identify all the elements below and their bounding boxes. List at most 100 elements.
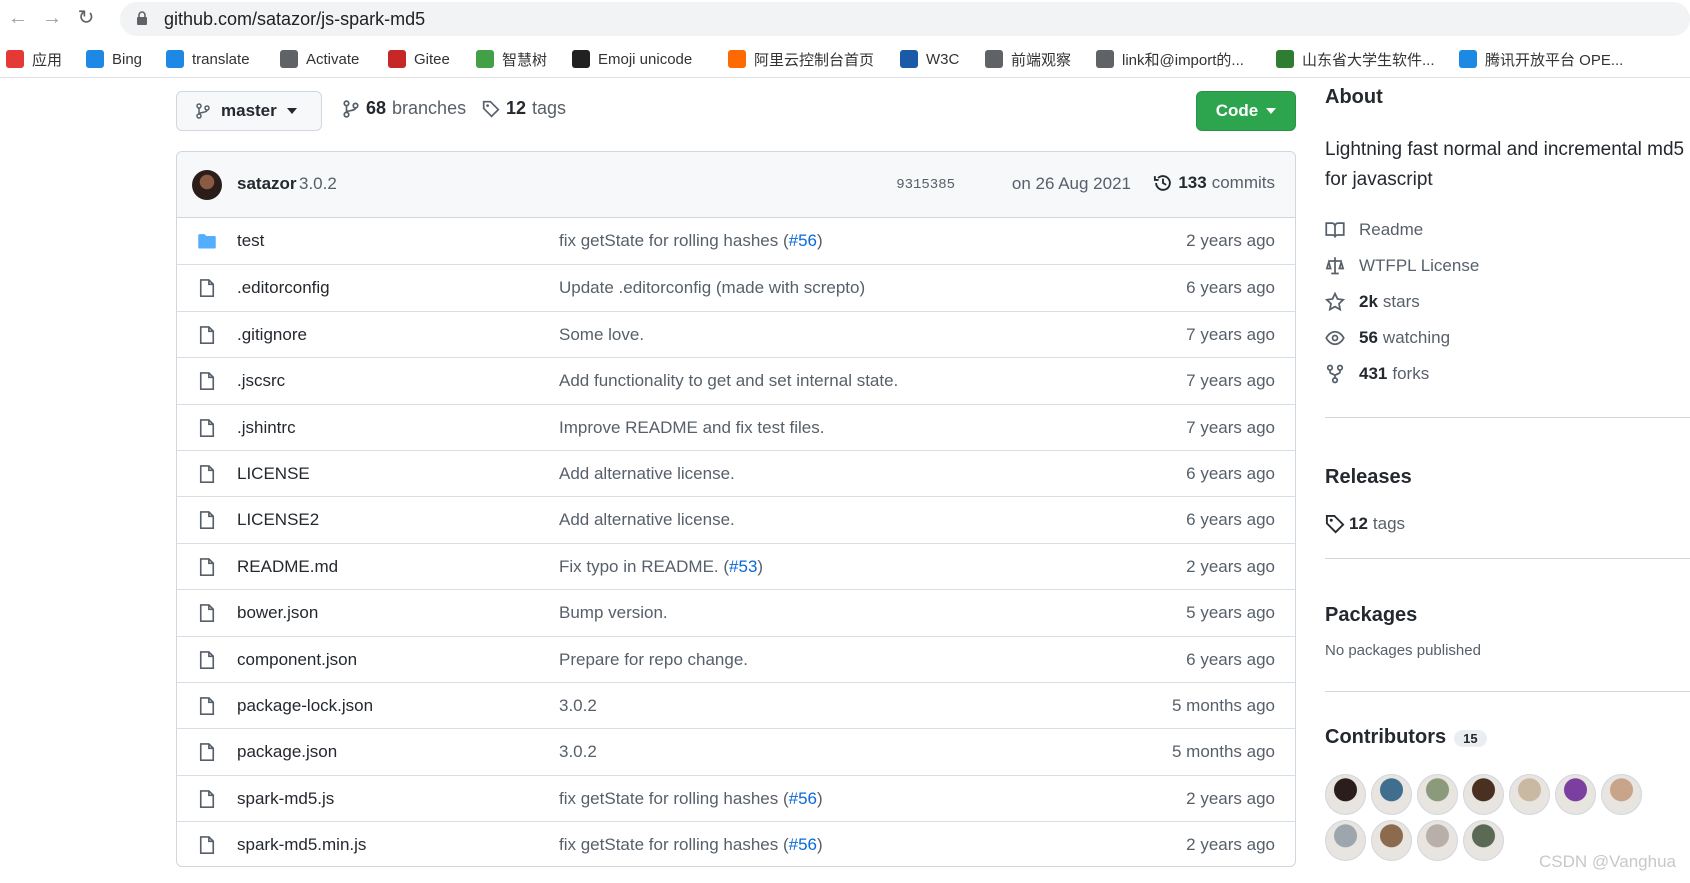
commit-message-link[interactable]: fix getState for rolling hashes (#56) bbox=[559, 231, 823, 251]
commit-sha[interactable]: 9315385 bbox=[896, 177, 955, 193]
license-link[interactable]: WTFPL License bbox=[1325, 256, 1479, 276]
bookmark-item[interactable]: 山东省大学生软件... bbox=[1276, 49, 1435, 69]
releases-title[interactable]: Releases bbox=[1325, 466, 1412, 489]
commit-message-link[interactable]: Fix typo in README. (#53) bbox=[559, 557, 763, 577]
bookmark-label: Emoji unicode bbox=[598, 50, 693, 68]
file-name-link[interactable]: package.json bbox=[237, 742, 337, 762]
commit-message-link[interactable]: Add functionality to get and set interna… bbox=[559, 371, 898, 391]
file-icon bbox=[199, 418, 215, 437]
file-name-link[interactable]: README.md bbox=[237, 557, 338, 577]
file-name-link[interactable]: spark-md5.js bbox=[237, 789, 334, 809]
bookmark-item[interactable]: 应用 bbox=[6, 49, 62, 69]
url-field[interactable]: github.com/satazor/js-spark-md5 bbox=[120, 2, 1690, 36]
latest-commit-bar: satazor 3.0.2 9315385 on 26 Aug 2021 133… bbox=[177, 152, 1295, 218]
commit-message-link[interactable]: Bump version. bbox=[559, 603, 668, 623]
forks-count: 431 bbox=[1359, 364, 1388, 383]
commit-message[interactable]: 3.0.2 bbox=[299, 174, 337, 194]
bookmark-item[interactable]: translate bbox=[166, 49, 250, 69]
contributor-avatar[interactable] bbox=[1463, 774, 1504, 815]
file-name-link[interactable]: .jshintrc bbox=[237, 418, 296, 438]
stars-count: 2k bbox=[1359, 292, 1378, 311]
watching-link[interactable]: 56 watching bbox=[1325, 328, 1450, 348]
file-name-link[interactable]: test bbox=[237, 231, 264, 251]
issue-link[interactable]: #56 bbox=[789, 231, 817, 250]
commit-author[interactable]: satazor bbox=[237, 174, 297, 194]
file-name-link[interactable]: bower.json bbox=[237, 603, 318, 623]
commit-message-link[interactable]: fix getState for rolling hashes (#56) bbox=[559, 789, 823, 809]
forward-arrow-icon[interactable]: → bbox=[40, 6, 64, 30]
commit-message-text: Add alternative license. bbox=[559, 510, 735, 530]
bookmark-item[interactable]: 腾讯开放平台 OPE... bbox=[1459, 49, 1623, 69]
contributor-avatar[interactable] bbox=[1325, 820, 1366, 861]
tags-link[interactable]: 12 tags bbox=[482, 98, 566, 119]
commit-message-link[interactable]: fix getState for rolling hashes (#56) bbox=[559, 835, 823, 855]
tags-count: 12 bbox=[506, 98, 527, 118]
avatar[interactable] bbox=[192, 170, 222, 200]
file-name-link[interactable]: LICENSE2 bbox=[237, 510, 319, 530]
file-icon bbox=[199, 465, 215, 483]
commit-message-link[interactable]: 3.0.2 bbox=[559, 742, 597, 762]
back-arrow-icon[interactable]: ← bbox=[6, 6, 30, 30]
contributor-avatar[interactable] bbox=[1555, 774, 1596, 815]
bookmark-label: Activate bbox=[306, 50, 360, 68]
contributor-avatar[interactable] bbox=[1601, 774, 1642, 815]
issue-link[interactable]: #56 bbox=[789, 835, 817, 854]
commit-message-link[interactable]: 3.0.2 bbox=[559, 696, 597, 716]
file-name-link[interactable]: .jscsrc bbox=[237, 371, 285, 391]
file-name-link[interactable]: spark-md5.min.js bbox=[237, 835, 366, 855]
commit-message-link[interactable]: Improve README and fix test files. bbox=[559, 418, 824, 438]
stars-link[interactable]: 2k stars bbox=[1325, 292, 1420, 312]
readme-link[interactable]: Readme bbox=[1325, 220, 1423, 240]
contributor-avatar[interactable] bbox=[1463, 820, 1504, 861]
divider bbox=[1325, 558, 1690, 559]
file-icon bbox=[199, 325, 215, 344]
bookmark-item[interactable]: 智慧树 bbox=[476, 49, 547, 69]
commit-message-link[interactable]: Add alternative license. bbox=[559, 510, 735, 530]
commit-age: 5 years ago bbox=[1186, 603, 1275, 623]
bookmark-item[interactable]: Emoji unicode bbox=[572, 49, 692, 69]
lock-icon bbox=[137, 11, 147, 25]
bookmark-item[interactable]: W3C bbox=[900, 49, 959, 69]
bookmark-item[interactable]: link和@import的... bbox=[1096, 49, 1244, 69]
file-icon bbox=[199, 696, 215, 715]
contributor-avatar[interactable] bbox=[1371, 774, 1412, 815]
file-name-link[interactable]: .gitignore bbox=[237, 325, 307, 345]
commits-link[interactable]: 133 commits bbox=[1153, 173, 1275, 193]
file-name-link[interactable]: package-lock.json bbox=[237, 696, 373, 716]
branches-link[interactable]: 68 branches bbox=[342, 98, 466, 119]
commit-message-link[interactable]: Prepare for repo change. bbox=[559, 650, 748, 670]
reload-icon[interactable]: ↻ bbox=[74, 6, 98, 30]
contributor-avatar[interactable] bbox=[1325, 774, 1366, 815]
file-name-link[interactable]: component.json bbox=[237, 650, 357, 670]
contributor-avatar[interactable] bbox=[1417, 820, 1458, 861]
code-button[interactable]: Code bbox=[1196, 91, 1296, 131]
contributor-avatar[interactable] bbox=[1417, 774, 1458, 815]
watermark: CSDN @Vanghua bbox=[1539, 852, 1676, 871]
commit-message-link[interactable]: Add alternative license. bbox=[559, 464, 735, 484]
commit-message-text: Add alternative license. bbox=[559, 463, 735, 483]
contributors-header[interactable]: Contributors 15 bbox=[1325, 726, 1487, 749]
contributor-avatar[interactable] bbox=[1371, 820, 1412, 861]
commit-message-text: Improve README and fix test files. bbox=[559, 417, 825, 437]
bookmark-item[interactable]: Gitee bbox=[388, 49, 450, 69]
contributor-avatar[interactable] bbox=[1509, 774, 1550, 815]
packages-title[interactable]: Packages bbox=[1325, 604, 1417, 627]
bookmark-icon bbox=[1096, 50, 1114, 68]
forks-link[interactable]: 431 forks bbox=[1325, 364, 1429, 384]
bookmark-item[interactable]: 阿里云控制台首页 bbox=[728, 49, 874, 69]
bookmark-item[interactable]: Bing bbox=[86, 49, 142, 69]
bookmark-item[interactable]: 前端观察 bbox=[985, 49, 1071, 69]
branch-select-button[interactable]: master bbox=[176, 91, 322, 131]
release-tags-link[interactable]: 12 tags bbox=[1325, 514, 1405, 534]
commit-message-link[interactable]: Update .editorconfig (made with screpto) bbox=[559, 278, 865, 298]
file-icon bbox=[199, 372, 215, 391]
file-name-link[interactable]: LICENSE bbox=[237, 464, 310, 484]
emoji-unicode-icon bbox=[572, 50, 590, 68]
commit-message-link[interactable]: Some love. bbox=[559, 325, 644, 345]
commits-label: commits bbox=[1211, 173, 1275, 192]
issue-link[interactable]: #53 bbox=[729, 557, 757, 576]
bookmark-item[interactable]: Activate bbox=[280, 49, 359, 69]
issue-link[interactable]: #56 bbox=[789, 789, 817, 808]
globe-icon bbox=[985, 50, 1003, 68]
file-name-link[interactable]: .editorconfig bbox=[237, 278, 330, 298]
